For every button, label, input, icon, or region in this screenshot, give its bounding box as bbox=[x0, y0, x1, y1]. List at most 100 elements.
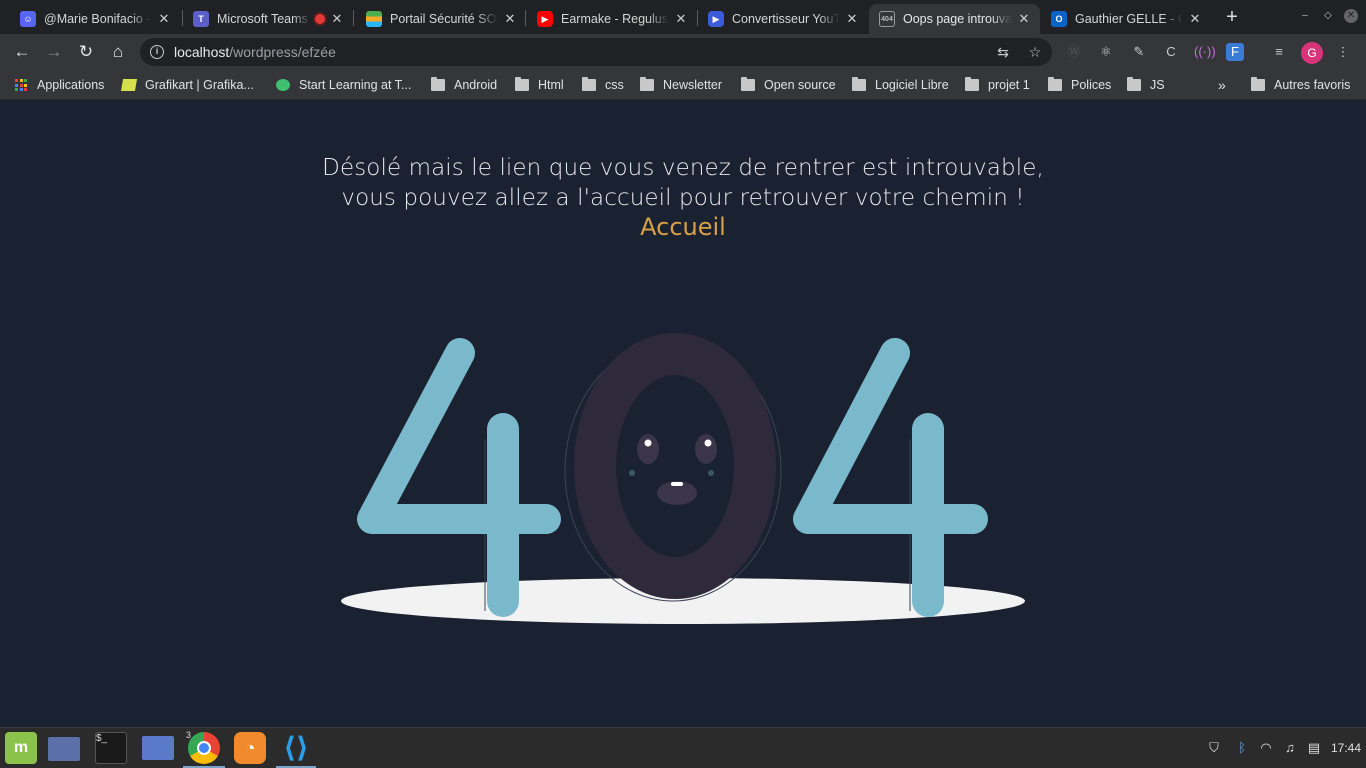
tab-outlook[interactable]: O Gauthier GELLE - Outlook ✕ bbox=[1041, 4, 1211, 34]
wave-extension-icon[interactable]: ((·)) bbox=[1194, 43, 1216, 61]
tab-title: @Marie Bonifacio - bbox=[44, 12, 151, 26]
show-desktop-icon[interactable] bbox=[48, 737, 80, 761]
close-icon[interactable]: ✕ bbox=[1016, 11, 1032, 27]
folder-icon bbox=[515, 77, 529, 91]
close-icon[interactable]: ✕ bbox=[502, 11, 518, 27]
bookmark-star-icon[interactable]: ☆ bbox=[1026, 43, 1044, 61]
bluetooth-icon[interactable]: ᛒ bbox=[1234, 740, 1250, 756]
page-icon: 404 bbox=[879, 11, 895, 27]
url-host: localhost bbox=[174, 44, 230, 60]
menu-icon[interactable]: ⋮ bbox=[1334, 43, 1352, 61]
digit-four-left bbox=[357, 338, 561, 617]
address-bar[interactable]: i localhost/wordpress/efzée ⇆ ☆ bbox=[140, 38, 1052, 66]
bookmark-folder-projet-1[interactable]: projet 1 bbox=[965, 77, 1030, 93]
close-icon[interactable]: ✕ bbox=[1187, 11, 1203, 27]
url-path: /wordpress/efzée bbox=[229, 44, 336, 60]
profile-avatar[interactable]: G bbox=[1301, 42, 1323, 64]
bookmark-label: Newsletter bbox=[663, 78, 723, 92]
minimize-icon[interactable]: – bbox=[1298, 9, 1312, 23]
bookmark-label: Logiciel Libre bbox=[875, 78, 949, 92]
vscode-icon[interactable]: ⟨⟩ bbox=[280, 732, 312, 764]
bookmark-label: Android bbox=[454, 78, 498, 92]
chrome-window-count: 3 bbox=[186, 730, 192, 740]
bookmark-start-learning[interactable]: Start Learning at T... bbox=[276, 77, 411, 93]
clock[interactable]: 17:44 bbox=[1331, 741, 1361, 755]
tab-teams[interactable]: T Microsoft Teams ✕ bbox=[183, 4, 353, 34]
browser-toolbar: ← → ↻ ⌂ i localhost/wordpress/efzée ⇆ ☆ … bbox=[0, 34, 1366, 70]
grafikart-icon bbox=[120, 79, 138, 91]
back-button[interactable]: ← bbox=[10, 40, 34, 64]
url-text[interactable]: localhost/wordpress/efzée bbox=[174, 44, 336, 60]
new-tab-button[interactable]: + bbox=[1221, 7, 1243, 29]
site-info-icon[interactable]: i bbox=[150, 45, 164, 59]
apps-grid-icon bbox=[15, 79, 27, 91]
digit-four-right bbox=[793, 338, 988, 617]
close-window-icon[interactable]: ✕ bbox=[1344, 9, 1358, 23]
right-cheek bbox=[708, 470, 714, 476]
bookmark-folder-polices[interactable]: Polices bbox=[1048, 77, 1111, 93]
bookmark-folder-autres-favoris[interactable]: Autres favoris bbox=[1251, 77, 1350, 93]
bookmark-folder-newsletter[interactable]: Newsletter bbox=[640, 77, 722, 93]
discord-icon: ☺ bbox=[20, 11, 36, 27]
tab-youtube[interactable]: ▶ Earmake - Regulus ✕ bbox=[527, 4, 697, 34]
media-control-icon[interactable]: ≡ bbox=[1270, 43, 1288, 61]
bookmark-applications[interactable]: Applications bbox=[15, 77, 104, 93]
close-icon[interactable]: ✕ bbox=[673, 11, 689, 27]
translate-icon[interactable]: ⇆ bbox=[994, 43, 1012, 61]
bookmark-label: Applications bbox=[37, 78, 105, 92]
css-extension-icon[interactable]: C bbox=[1162, 43, 1180, 61]
error-message-line-1: Désolé mais le lien que vous venez de re… bbox=[322, 155, 1044, 181]
bookmark-label: Open source bbox=[764, 78, 836, 92]
bookmark-folder-html[interactable]: Html bbox=[515, 77, 564, 93]
tab-oops-active[interactable]: 404 Oops page introuvable ✕ bbox=[869, 4, 1040, 34]
bookmark-folder-open-source[interactable]: Open source bbox=[741, 77, 836, 93]
eyedropper-extension-icon[interactable]: ✎ bbox=[1130, 43, 1148, 61]
tab-title: Portail Sécurité SOC bbox=[390, 12, 498, 26]
react-devtools-icon[interactable]: ⚛ bbox=[1097, 43, 1115, 61]
folder-icon bbox=[1127, 77, 1141, 91]
outlook-icon: O bbox=[1051, 11, 1067, 27]
home-button[interactable]: ⌂ bbox=[106, 40, 130, 64]
bookmark-label: Grafikart | Grafika... bbox=[145, 78, 254, 92]
tab-title: Convertisseur YouTube bbox=[732, 12, 840, 26]
close-icon[interactable]: ✕ bbox=[156, 11, 172, 27]
tab-convertisseur[interactable]: ▶ Convertisseur YouTube ✕ bbox=[698, 4, 868, 34]
recording-icon bbox=[315, 14, 325, 24]
tab-portail[interactable]: Portail Sécurité SOC ✕ bbox=[356, 4, 526, 34]
wifi-icon[interactable]: ◠ bbox=[1258, 740, 1274, 756]
bookmark-folder-css[interactable]: css bbox=[582, 77, 624, 93]
bookmark-grafikart[interactable]: Grafikart | Grafika... bbox=[120, 77, 254, 93]
sound-icon[interactable]: ♫ bbox=[1282, 740, 1298, 756]
bookmark-label: css bbox=[605, 78, 624, 92]
close-icon[interactable]: ✕ bbox=[844, 11, 860, 27]
bookmark-label: Polices bbox=[1071, 78, 1112, 92]
bookmark-label: Autres favoris bbox=[1274, 78, 1351, 92]
left-cheek bbox=[629, 470, 635, 476]
linux-mint-menu-icon[interactable]: m bbox=[5, 732, 37, 764]
home-link[interactable]: Accueil bbox=[0, 213, 1366, 241]
folder-icon bbox=[431, 77, 445, 91]
os-taskbar: m $_ 3 ◔ ⟨⟩ ⛉ ᛒ ◠ ♫ ▤ 17:44 bbox=[0, 727, 1366, 768]
bookmark-label: Start Learning at T... bbox=[299, 78, 412, 92]
page-404: Désolé mais le lien que vous venez de re… bbox=[0, 101, 1366, 727]
reload-button[interactable]: ↻ bbox=[74, 40, 98, 64]
shield-icon[interactable]: ⛉ bbox=[1206, 740, 1222, 756]
tab-discord[interactable]: ☺ @Marie Bonifacio - ✕ bbox=[10, 4, 180, 34]
bookmark-folder-android[interactable]: Android bbox=[431, 77, 497, 93]
chrome-icon[interactable] bbox=[188, 732, 220, 764]
wordpress-extension-icon[interactable]: Ⓦ bbox=[1065, 43, 1083, 61]
bookmarks-bar: Applications Grafikart | Grafika... Star… bbox=[0, 70, 1366, 100]
restore-icon[interactable]: ◇ bbox=[1321, 9, 1335, 23]
clipboard-icon[interactable]: ▤ bbox=[1306, 740, 1322, 756]
font-extension-icon[interactable]: F bbox=[1226, 43, 1244, 61]
close-icon[interactable]: ✕ bbox=[329, 11, 345, 27]
firefox-dev-icon[interactable]: ◔ bbox=[234, 732, 266, 764]
file-manager-icon[interactable] bbox=[142, 736, 174, 760]
folder-icon bbox=[582, 77, 596, 91]
forward-button[interactable]: → bbox=[42, 40, 66, 64]
bookmarks-overflow-chevron-icon[interactable]: » bbox=[1218, 77, 1226, 93]
treehouse-icon bbox=[276, 79, 290, 91]
bookmark-folder-js[interactable]: JS bbox=[1127, 77, 1165, 93]
terminal-icon[interactable]: $_ bbox=[95, 732, 127, 764]
bookmark-folder-logiciel-libre[interactable]: Logiciel Libre bbox=[852, 77, 949, 93]
